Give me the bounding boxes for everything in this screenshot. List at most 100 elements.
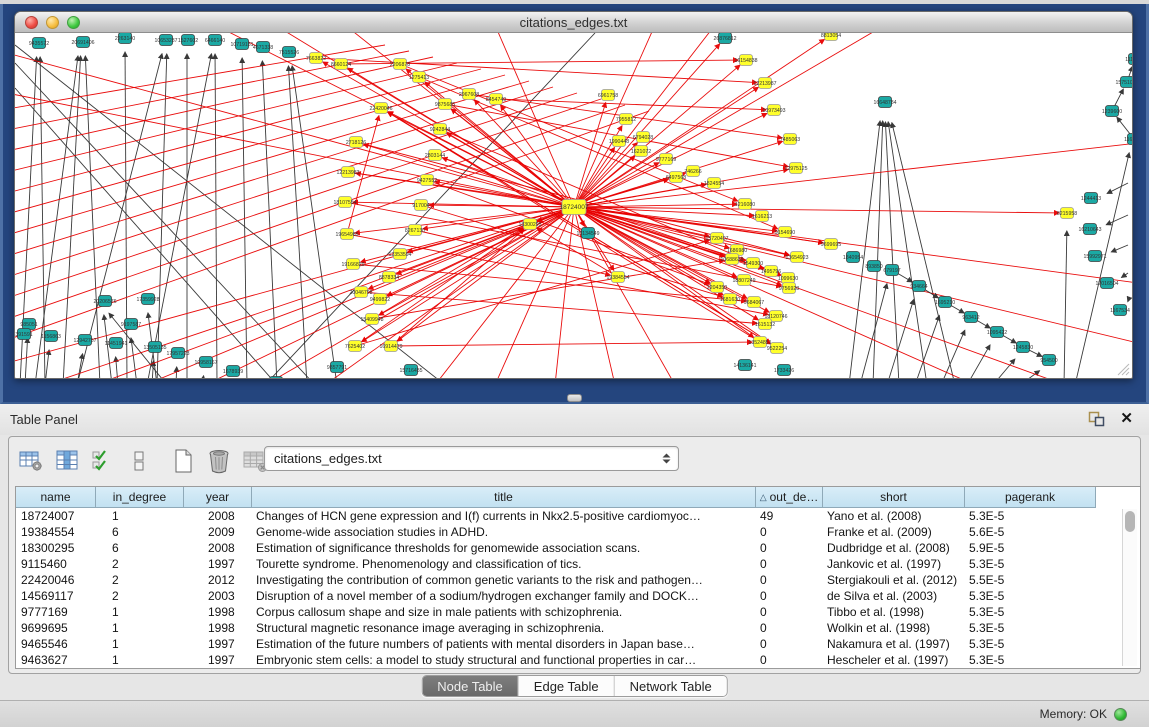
network-node[interactable]: 14136141 — [733, 360, 756, 371]
network-node[interactable]: 2206878 — [390, 59, 410, 70]
table-cell[interactable]: 1 — [96, 604, 184, 620]
network-node[interactable]: 1216080 — [735, 199, 755, 210]
table-cell[interactable]: Wolkin et al. (1998) — [823, 620, 965, 636]
table-cell[interactable]: 5.3E-5 — [965, 652, 1096, 668]
network-node[interactable]: 1621072 — [631, 146, 651, 157]
table-cell[interactable]: 2 — [96, 588, 184, 604]
table-selector-dropdown[interactable]: citations_edges.txt — [264, 446, 679, 471]
network-node[interactable]: 9435572 — [29, 38, 49, 49]
table-cell[interactable]: Nakamura et al. (1997) — [823, 636, 965, 652]
network-node[interactable]: 15992971 — [1083, 251, 1106, 262]
table-cell[interactable]: 0 — [756, 572, 823, 588]
table-cell[interactable]: Franke et al. (2009) — [823, 524, 965, 540]
table-cell[interactable]: 49 — [756, 508, 823, 524]
network-node[interactable]: 16154838 — [734, 55, 757, 66]
memory-status-icon[interactable] — [1114, 708, 1127, 721]
network-node[interactable]: 1167534 — [1110, 305, 1130, 316]
table-cell[interactable]: 9699695 — [16, 620, 96, 636]
table-cell[interactable]: 1 — [96, 620, 184, 636]
table-row[interactable]: 1872400712008Changes of HCN gene express… — [16, 508, 1140, 524]
table-cell[interactable]: Hescheler et al. (1997) — [823, 652, 965, 668]
rows-icon[interactable] — [125, 447, 152, 475]
network-node[interactable]: 7515526 — [279, 47, 299, 58]
network-node[interactable]: 2967608 — [459, 89, 479, 100]
table-cell[interactable]: 2 — [96, 572, 184, 588]
table-row[interactable]: 911546021997Tourette syndrome. Phenomeno… — [16, 556, 1140, 572]
table-cell[interactable]: 1 — [96, 636, 184, 652]
table-mode-icon[interactable] — [17, 447, 44, 475]
table-cell[interactable]: 9777169 — [16, 604, 96, 620]
network-node[interactable]: 1244413 — [1081, 193, 1101, 204]
column-header-pagerank[interactable]: pagerank — [965, 487, 1096, 508]
network-node[interactable]: 26876812 — [713, 33, 736, 44]
column-header-year[interactable]: year — [184, 487, 252, 508]
network-node[interactable]: 17016504 — [1095, 278, 1118, 289]
table-row[interactable]: 946362711997Embryonic stem cells: a mode… — [16, 652, 1140, 668]
network-node[interactable]: 1733426 — [774, 365, 794, 376]
close-panel-icon[interactable]: ✕ — [1120, 409, 1133, 427]
zoom-window-icon[interactable] — [67, 16, 80, 29]
tab-network-table[interactable]: Network Table — [615, 676, 727, 696]
table-row[interactable]: 2242004622012Investigating the contribut… — [16, 572, 1140, 588]
table-cell[interactable]: Jankovic et al. (1997) — [823, 556, 965, 572]
table-cell[interactable]: 2012 — [184, 572, 252, 588]
network-node[interactable]: 20691406 — [71, 37, 94, 48]
table-cell[interactable]: 5.9E-5 — [965, 540, 1096, 556]
network-node[interactable]: 12213983 — [336, 167, 359, 178]
network-canvas[interactable]: 9435572206914062263140106532871527602646… — [15, 33, 1132, 378]
network-node[interactable]: 1275413 — [409, 72, 429, 83]
network-node[interactable]: 934664 — [910, 281, 927, 292]
network-node[interactable]: 19166829 — [341, 259, 364, 270]
table-cell[interactable]: 5.3E-5 — [965, 588, 1096, 604]
table-cell[interactable]: 18300295 — [16, 540, 96, 556]
table-cell[interactable]: Stergiakouli et al. (2012) — [823, 572, 965, 588]
network-node[interactable]: 16210643 — [1078, 224, 1101, 235]
network-node[interactable]: 12975125 — [784, 163, 807, 174]
table-cell[interactable]: Changes of HCN gene expression and I(f) … — [252, 508, 756, 524]
splitter-handle[interactable] — [567, 394, 582, 402]
network-node[interactable]: 1527602 — [178, 35, 198, 46]
column-header-name[interactable]: name — [16, 487, 96, 508]
tab-edge-table[interactable]: Edge Table — [519, 676, 615, 696]
table-cell[interactable]: 1997 — [184, 556, 252, 572]
network-node[interactable]: 1167134 — [1124, 134, 1132, 145]
network-node[interactable]: 15751074 — [1115, 77, 1132, 88]
network-hub-node[interactable]: 18724007 — [560, 200, 589, 215]
column-header-title[interactable]: title — [252, 487, 756, 508]
table-cell[interactable]: 18724007 — [16, 508, 96, 524]
delete-icon[interactable] — [205, 447, 232, 475]
scrollbar-thumb[interactable] — [1125, 511, 1135, 532]
network-node[interactable]: 746266 — [684, 166, 701, 177]
table-row[interactable]: 1938455462009Genome-wide association stu… — [16, 524, 1140, 540]
table-cell[interactable]: 6 — [96, 540, 184, 556]
table-cell[interactable]: 0 — [756, 540, 823, 556]
network-node[interactable]: 15716485 — [399, 365, 422, 376]
network-window-titlebar[interactable]: citations_edges.txt — [15, 12, 1132, 33]
network-node[interactable]: 1824554 — [704, 178, 724, 189]
network-node[interactable]: 10719181 — [230, 39, 253, 50]
table-cell[interactable]: 5.6E-5 — [965, 524, 1096, 540]
network-view-window[interactable]: citations_edges.txt 9435572 20691406 22631… — [14, 11, 1133, 379]
table-cell[interactable]: 0 — [756, 524, 823, 540]
network-node[interactable]: 2263140 — [115, 33, 135, 44]
network-node[interactable]: 1239600 — [1102, 106, 1122, 117]
minimize-window-icon[interactable] — [46, 16, 59, 29]
table-cell[interactable]: Corpus callosum shape and size in male p… — [252, 604, 756, 620]
network-node[interactable]: 1616213 — [752, 211, 772, 222]
table-cell[interactable]: 2009 — [184, 524, 252, 540]
network-node[interactable]: 17359928 — [136, 294, 159, 305]
network-node[interactable]: 7485063 — [780, 134, 800, 145]
table-cell[interactable]: 6 — [96, 524, 184, 540]
table-cell[interactable]: Investigating the contribution of common… — [252, 572, 756, 588]
table-cell[interactable]: Dudbridge et al. (2008) — [823, 540, 965, 556]
table-row[interactable]: 1830029562008Estimation of significance … — [16, 540, 1140, 556]
table-cell[interactable]: Tibbo et al. (1998) — [823, 604, 965, 620]
network-node[interactable]: 1112030 — [1125, 54, 1132, 65]
table-cell[interactable]: Tourette syndrome. Phenomenology and cla… — [252, 556, 756, 572]
table-cell[interactable]: 9465546 — [16, 636, 96, 652]
table-cell[interactable]: Estimation of significance thresholds fo… — [252, 540, 756, 556]
network-node[interactable]: 8267130 — [405, 225, 425, 236]
table-cell[interactable]: 0 — [756, 588, 823, 604]
network-node[interactable]: 963412 — [962, 312, 979, 323]
table-cell[interactable]: Structural magnetic resonance image aver… — [252, 620, 756, 636]
